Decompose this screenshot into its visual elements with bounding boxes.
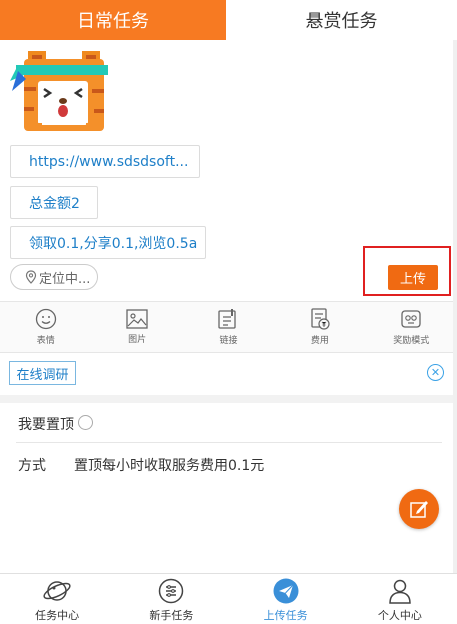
row-divider [16, 442, 442, 443]
toolbar-label: 费用 [310, 336, 329, 346]
planet-icon [43, 581, 71, 601]
pin-top-label: 我要置顶 [18, 417, 74, 433]
toolbar-label: 奖励模式 [393, 336, 430, 346]
user-icon [389, 579, 411, 604]
toolbar-link[interactable]: 链接 [183, 302, 274, 352]
toolbar-reward-mode[interactable]: 奖励模式 [366, 302, 457, 352]
method-value: 置顶每小时收取服务费用0.1元 [74, 458, 265, 474]
nav-task-center[interactable]: 任务中心 [0, 574, 114, 624]
task-tabs: 日常任务 悬赏任务 [0, 0, 457, 40]
pin-top-radio[interactable] [78, 415, 93, 430]
image-icon [126, 309, 148, 329]
upload-button[interactable]: 上传 [388, 265, 438, 290]
method-label: 方式 [18, 458, 46, 474]
location-label: 定位中... [39, 271, 91, 287]
compose-fab[interactable] [399, 489, 439, 529]
task-url-chip[interactable]: https://www.sdsdsoft... [10, 145, 200, 178]
bottom-nav: 任务中心 新手任务 上传任务 个人中心 [0, 573, 457, 624]
paper-plane-icon [273, 578, 299, 604]
list-icon [159, 578, 184, 604]
close-icon[interactable]: ✕ [427, 364, 444, 381]
nav-beginner-tasks[interactable]: 新手任务 [114, 574, 228, 624]
section-divider [0, 395, 457, 403]
reward-mode-icon [401, 310, 421, 328]
total-amount-chip[interactable]: 总金额2 [10, 186, 98, 219]
smile-icon [35, 308, 56, 330]
compose-toolbar: 表情 图片 链接 费用 奖励模式 [0, 301, 457, 353]
reward-rule-chip[interactable]: 领取0.1,分享0.1,浏览0.5a [10, 226, 206, 259]
nav-label: 个人中心 [377, 609, 422, 622]
online-survey-tag[interactable]: 在线调研 [9, 361, 76, 385]
fee-icon [311, 308, 330, 330]
edit-icon [410, 501, 428, 518]
nav-upload-task[interactable]: 上传任务 [229, 574, 343, 624]
location-pin-icon [25, 270, 37, 284]
nav-personal-center[interactable]: 个人中心 [343, 574, 457, 624]
nav-label: 上传任务 [263, 609, 308, 622]
tab-daily-tasks[interactable]: 日常任务 [0, 0, 226, 40]
location-chip[interactable]: 定位中... [10, 264, 98, 290]
toolbar-image[interactable]: 图片 [91, 302, 182, 352]
tab-bounty-tasks[interactable]: 悬赏任务 [226, 0, 457, 40]
scrollbar[interactable] [453, 40, 457, 574]
toolbar-emoji[interactable]: 表情 [0, 302, 91, 352]
link-icon [218, 309, 237, 329]
nav-label: 任务中心 [35, 609, 80, 622]
toolbar-fee[interactable]: 费用 [274, 302, 365, 352]
toolbar-label: 表情 [36, 336, 55, 346]
tiger-avatar [10, 45, 110, 135]
toolbar-label: 链接 [219, 336, 238, 346]
nav-label: 新手任务 [149, 609, 194, 622]
toolbar-label: 图片 [128, 335, 147, 345]
